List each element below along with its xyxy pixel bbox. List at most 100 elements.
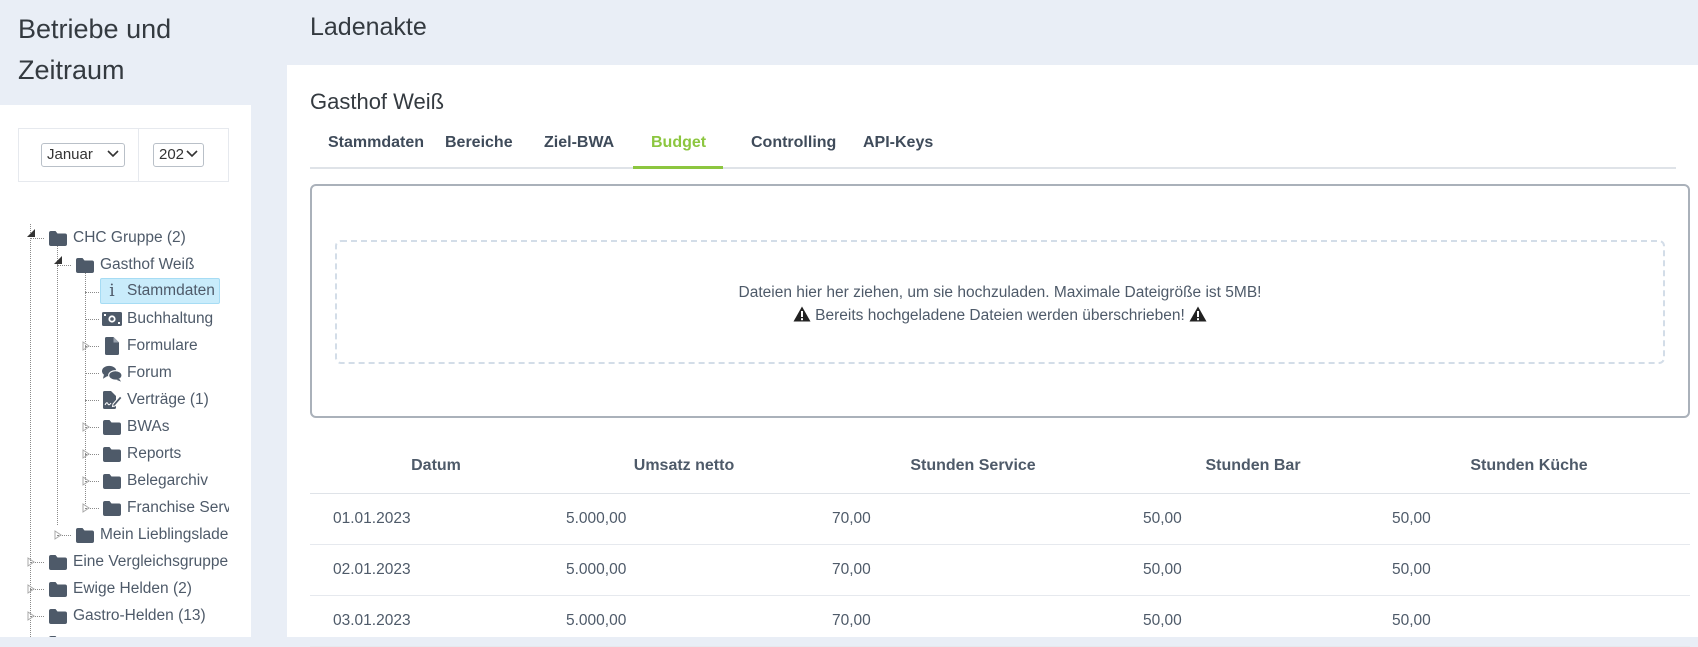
folder-icon [48,607,68,625]
tree-node-franchise-service[interactable]: Franchise Serv [102,495,229,521]
tab-bar: Stammdaten Bereiche Ziel-BWA Budget Cont… [310,127,1676,169]
tree-line [30,238,44,239]
folder-icon [48,229,68,247]
table-row: 03.01.2023 5.000,00 70,00 50,00 50,00 [310,596,1690,647]
tree-node-belegarchiv[interactable]: Belegarchiv [102,468,208,494]
budget-table: Datum Umsatz netto Stunden Service Stund… [310,440,1690,647]
table-row: 02.01.2023 5.000,00 70,00 50,00 50,00 [310,545,1690,596]
main-content: Gasthof Weiß Stammdaten Bereiche Ziel-BW… [287,65,1698,647]
folder-icon [48,553,68,571]
cell-stunden-bar: 50,00 [1143,612,1182,629]
table-header: Datum Umsatz netto Stunden Service Stund… [310,440,1690,494]
tree-line [30,224,31,637]
upload-warning-text: Bereits hochgeladene Dateien werden über… [815,307,1185,324]
tab-controlling[interactable]: Controlling [733,127,854,169]
year-select[interactable]: 202 [153,143,204,167]
upload-hint: Dateien hier her ziehen, um sie hochzula… [738,284,1262,301]
folder-icon [48,580,68,598]
tree-node-partial[interactable] [48,630,73,637]
year-select-value: 202 [159,146,185,163]
info-icon: i [109,281,115,301]
expand-toggle-icon[interactable] [81,503,91,513]
file-dropzone[interactable]: Dateien hier her ziehen, um sie hochzula… [335,240,1665,364]
period-divider [138,129,139,181]
main-header: Ladenakte [287,0,1698,65]
tree-line [85,400,99,401]
expand-toggle-icon[interactable] [26,584,36,594]
folder-icon [75,526,95,544]
sidebar-header: Betriebe und Zeitraum [0,0,251,105]
table-row: 01.01.2023 5.000,00 70,00 50,00 50,00 [310,494,1690,545]
expand-toggle-icon[interactable] [81,449,91,459]
folder-icon [75,256,95,274]
month-select[interactable]: Januar [41,143,125,167]
money-icon [102,310,122,328]
collapse-toggle-icon[interactable] [53,255,63,265]
cell-stunden-bar: 50,00 [1143,510,1182,527]
tree-node-mein-lieblingsladen[interactable]: Mein Lieblingslade [75,522,229,548]
tree-node-buchhaltung[interactable]: Buchhaltung [102,306,213,332]
cell-stunden-kueche: 50,00 [1392,561,1431,578]
file-icon [102,337,122,355]
tree-line [57,265,71,266]
tab-ziel-bwa[interactable]: Ziel-BWA [526,127,632,169]
upload-panel: Dateien hier her ziehen, um sie hochzula… [310,184,1690,418]
cell-stunden-bar: 50,00 [1143,561,1182,578]
upload-warning: Bereits hochgeladene Dateien werden über… [337,304,1663,327]
tree-line [85,319,99,320]
page-title: Ladenakte [310,13,427,41]
cell-datum: 02.01.2023 [333,561,411,578]
comments-icon [102,364,122,382]
folder-icon [102,472,122,490]
tree-node-stammdaten[interactable]: i Stammdaten [100,278,220,304]
folder-icon [102,499,122,517]
warning-icon [793,306,811,322]
tree-node-reports[interactable]: Reports [102,441,181,467]
warning-icon [1189,306,1207,322]
column-header-stunden-service: Stunden Service [910,457,1036,474]
expand-toggle-icon[interactable] [81,476,91,486]
expand-toggle-icon[interactable] [26,557,36,567]
cell-stunden-service: 70,00 [832,561,871,578]
cell-umsatz-netto: 5.000,00 [566,510,627,527]
tree-node-formulare[interactable]: Formulare [102,333,198,359]
tree-line [85,266,86,506]
tree-node-gasthof-weiss[interactable]: Gasthof Weiß [75,252,194,278]
tab-bereiche[interactable]: Bereiche [427,127,531,169]
tab-api-keys[interactable]: API-Keys [845,127,951,169]
tree-line [57,240,58,525]
column-header-datum: Datum [411,457,461,474]
cell-datum: 01.01.2023 [333,510,411,527]
contract-icon [102,391,122,409]
column-header-stunden-kueche: Stunden Küche [1470,457,1588,474]
cell-stunden-kueche: 50,00 [1392,510,1431,527]
cell-stunden-service: 70,00 [832,510,871,527]
column-header-stunden-bar: Stunden Bar [1205,457,1301,474]
tab-budget[interactable]: Budget [633,127,723,169]
tree-node-vertraege[interactable]: Verträge (1) [102,387,209,413]
tree-node-bwas[interactable]: BWAs [102,414,169,440]
tree-node-chc-gruppe[interactable]: CHC Gruppe (2) [48,225,186,251]
tree-node-gastro-helden[interactable]: Gastro-Helden (13) [48,603,206,629]
collapse-toggle-icon[interactable] [26,228,36,238]
sidebar: Betriebe und Zeitraum Januar 202 CHC Gru… [0,0,251,637]
period-selector: Januar 202 [18,128,229,182]
expand-toggle-icon[interactable] [81,341,91,351]
expand-toggle-icon[interactable] [53,530,63,540]
cell-umsatz-netto: 5.000,00 [566,561,627,578]
tree-node-ewige-helden[interactable]: Ewige Helden (2) [48,576,192,602]
cell-stunden-kueche: 50,00 [1392,612,1431,629]
tree-node-eine-vergleichsgruppe[interactable]: Eine Vergleichsgruppe [48,549,229,575]
column-header-umsatz-netto: Umsatz netto [633,457,735,474]
chevron-down-icon [186,150,198,158]
tree-line [85,373,99,374]
shop-tree: CHC Gruppe (2) Gasthof Weiß i Stammdaten… [0,224,251,637]
expand-toggle-icon[interactable] [26,611,36,621]
expand-toggle-icon[interactable] [81,422,91,432]
cell-datum: 03.01.2023 [333,612,411,629]
sidebar-title: Betriebe und Zeitraum [18,14,172,85]
cell-stunden-service: 70,00 [832,612,871,629]
tree-node-forum[interactable]: Forum [102,360,172,386]
tab-stammdaten[interactable]: Stammdaten [310,127,442,169]
month-select-value: Januar [47,146,93,163]
